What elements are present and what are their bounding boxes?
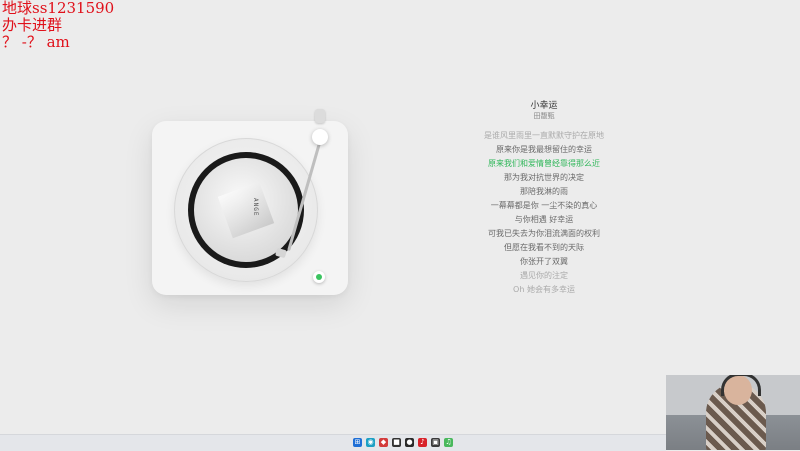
lyrics-list: 是谁风里雨里一直默默守护在原地 原来你是我最想留住的幸运 原来我们和爱情曾经靠得那么… — [444, 129, 644, 297]
stream-overlay: 地球ss1231590 办卡进群 ？ -？ am — [2, 0, 114, 51]
webcam-overlay — [666, 375, 800, 450]
music-app-icon[interactable]: ♪ — [418, 438, 427, 447]
lyric-line[interactable]: 可我已失去为你泪流满面的权利 — [444, 227, 644, 241]
lyric-line[interactable]: 一幕幕都是你 一尘不染的真心 — [444, 199, 644, 213]
overlay-line-1: 地球ss1231590 — [2, 0, 115, 17]
lyric-line-active[interactable]: 原来我们和爱情曾经靠得那么近 — [444, 157, 644, 171]
taskbar: ⊞ ◉ ◆ ■ ● ♪ ▣ ♫ — [0, 434, 666, 451]
lyric-line[interactable]: 是谁风里雨里一直默默守护在原地 — [444, 129, 644, 143]
lyric-line[interactable]: 但愿在我看不到的天际 — [444, 241, 644, 255]
album-art — [217, 181, 275, 239]
record-label: ANGE — [194, 158, 298, 262]
lyric-line[interactable]: 原来你是我最想留住的幸运 — [444, 143, 644, 157]
song-artist: 田馥甄 — [533, 112, 555, 120]
capture-app-icon[interactable]: ▣ — [431, 438, 440, 447]
overlay-line-2: 办卡进群 — [2, 16, 63, 34]
lyric-line[interactable]: 与你相遇 好幸运 — [444, 213, 644, 227]
record-label-text: ANGE — [252, 198, 259, 217]
power-icon — [316, 274, 322, 280]
overlay-line-3: ？ -？ am — [2, 33, 70, 51]
lyric-line[interactable]: 那陪我淋的雨 — [444, 185, 644, 199]
tonearm-pivot — [312, 129, 328, 145]
music-player-icon[interactable]: ♫ — [444, 438, 453, 447]
record-app-icon[interactable]: ● — [405, 438, 414, 447]
lyric-line[interactable]: Oh 她会有多幸运 — [444, 283, 644, 297]
edge-icon[interactable]: ◉ — [366, 438, 375, 447]
windows-start-icon[interactable]: ⊞ — [353, 438, 362, 447]
lyric-line[interactable]: 遇见你的注定 — [444, 269, 644, 283]
taskbar-icons: ⊞ ◉ ◆ ■ ● ♪ ▣ ♫ — [353, 438, 453, 447]
lyric-line[interactable]: 你张开了双翼 — [444, 255, 644, 269]
headphones — [721, 375, 761, 396]
turntable: ANGE — [152, 109, 348, 295]
play-button[interactable] — [313, 271, 325, 283]
lyric-line[interactable]: 那为我对抗世界的决定 — [444, 171, 644, 185]
browser-icon[interactable]: ◆ — [379, 438, 388, 447]
app-icon[interactable]: ■ — [392, 438, 401, 447]
platter: ANGE — [174, 138, 318, 282]
tonearm-counterweight — [315, 109, 325, 123]
song-title: 小幸运 — [530, 101, 558, 111]
